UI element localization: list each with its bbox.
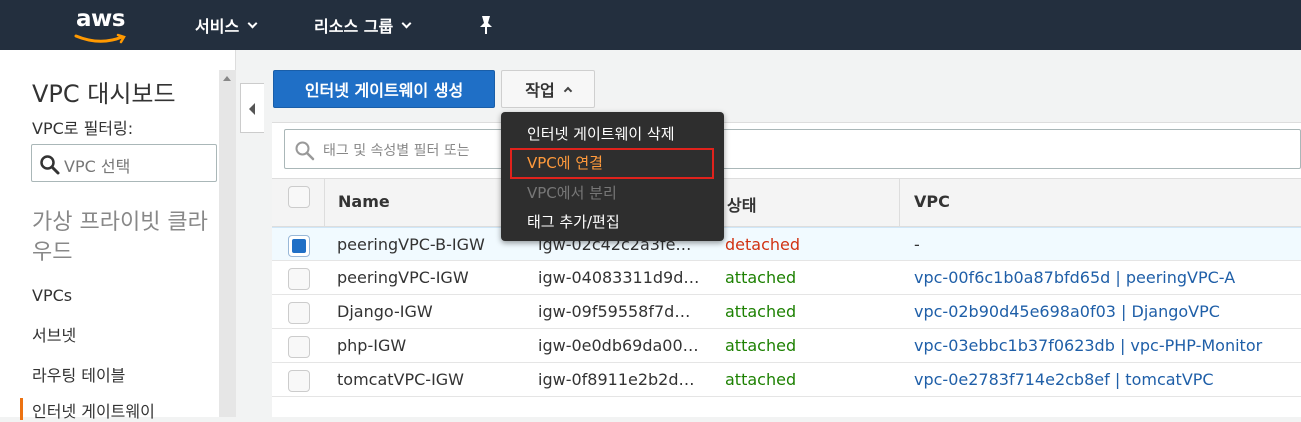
sidebar-scrollbar[interactable]	[219, 70, 236, 417]
scroll-up-arrow-icon[interactable]	[223, 76, 231, 81]
row-id: igw-0e0db69da00…	[538, 336, 699, 355]
row-name: Django-IGW	[337, 302, 433, 321]
chevron-down-icon	[247, 18, 258, 28]
row-vpc-link[interactable]: vpc-0e2783f714e2cb8ef | tomcatVPC	[914, 370, 1299, 389]
sidebar: VPC 대시보드 VPC로 필터링: VPC 선택 가상 프라이빗 클라우드 V…	[0, 50, 236, 421]
row-checkbox[interactable]	[288, 268, 310, 290]
row-name: php-IGW	[337, 336, 407, 355]
collapse-sidebar-button[interactable]	[240, 83, 264, 133]
resource-groups-label: 리소스 그룹	[314, 17, 394, 36]
create-internet-gateway-button[interactable]: 인터넷 게이트웨이 생성	[273, 70, 495, 108]
column-header-state[interactable]: 상태	[727, 192, 756, 216]
select-all-checkbox[interactable]	[288, 186, 310, 208]
row-vpc: -	[914, 235, 920, 254]
column-divider	[899, 179, 900, 228]
row-checkbox[interactable]	[288, 235, 310, 257]
search-icon	[295, 141, 315, 161]
column-header-name[interactable]: Name	[338, 192, 390, 211]
row-state: attached	[725, 268, 797, 287]
filter-placeholder: 태그 및 속성별 필터 또는	[323, 143, 470, 159]
menu-item-edit-tags[interactable]: 태그 추가/편집	[527, 211, 620, 232]
vpc-filter-label: VPC로 필터링:	[32, 119, 134, 138]
row-state: detached	[725, 235, 801, 254]
aws-logo[interactable]: aws	[74, 6, 130, 44]
resource-groups-menu[interactable]: 리소스 그룹	[314, 13, 412, 37]
menu-item-detach-from-vpc: VPC에서 분리	[527, 184, 617, 202]
sidebar-item-vpcs[interactable]: VPCs	[32, 286, 72, 305]
column-divider	[324, 179, 325, 228]
aws-logo-text: aws	[76, 6, 125, 32]
row-id: igw-04083311d9d…	[538, 268, 700, 287]
row-state: attached	[725, 302, 797, 321]
row-id: igw-0f8911e2b2dd…	[538, 370, 700, 389]
actions-label: 작업	[525, 81, 555, 100]
chevron-down-icon	[401, 18, 412, 28]
row-vpc-link[interactable]: vpc-03ebbc1b37f0623db | vpc-PHP-Monitor	[914, 336, 1299, 355]
top-nav: aws 서비스 리소스 그룹	[0, 0, 1301, 50]
row-checkbox[interactable]	[288, 302, 310, 324]
sidebar-item-route-tables[interactable]: 라우팅 테이블	[32, 362, 125, 386]
row-vpc-link[interactable]: vpc-02b90d45e698a0f03 | DjangoVPC	[914, 302, 1299, 321]
row-state: attached	[725, 336, 797, 355]
chevron-up-icon	[563, 86, 572, 96]
sidebar-item-subnets[interactable]: 서브넷	[32, 322, 76, 346]
menu-item-delete-igw[interactable]: 인터넷 게이트웨이 삭제	[527, 123, 675, 144]
aws-smile-icon	[74, 33, 126, 44]
table-row[interactable]: php-IGW igw-0e0db69da00… attached vpc-03…	[272, 329, 1301, 363]
row-vpc-link[interactable]: vpc-00f6c1b0a87bfd65d | peeringVPC-A	[914, 268, 1299, 287]
row-checkbox[interactable]	[288, 370, 310, 392]
row-checkbox[interactable]	[288, 336, 310, 358]
search-icon	[40, 155, 60, 175]
vpc-filter-placeholder: VPC 선택	[64, 157, 131, 176]
pushpin-icon[interactable]	[476, 14, 496, 36]
filter-input[interactable]: 태그 및 속성별 필터 또는	[284, 129, 1301, 169]
services-label: 서비스	[195, 17, 240, 36]
actions-dropdown-menu: 인터넷 게이트웨이 삭제 VPC에 연결 VPC에서 분리 태그 추가/편집	[501, 112, 724, 241]
table-row[interactable]: peeringVPC-IGW igw-04083311d9d… attached…	[272, 261, 1301, 295]
sidebar-title[interactable]: VPC 대시보드	[32, 74, 176, 109]
menu-item-attach-to-vpc[interactable]: VPC에 연결	[527, 152, 603, 173]
table-row[interactable]: tomcatVPC-IGW igw-0f8911e2b2dd… attached…	[272, 363, 1301, 397]
column-header-vpc[interactable]: VPC	[914, 192, 950, 211]
row-id: igw-09f59558f7dd…	[538, 302, 700, 321]
caret-left-icon	[249, 103, 255, 115]
actions-button[interactable]: 작업	[501, 70, 595, 108]
sidebar-item-internet-gateways[interactable]: 인터넷 게이트웨이	[32, 398, 155, 422]
table-header: Name 상태 VPC	[272, 178, 1301, 228]
vpc-filter-select[interactable]: VPC 선택	[31, 144, 217, 182]
services-menu[interactable]: 서비스	[195, 13, 258, 37]
table-row[interactable]: Django-IGW igw-09f59558f7dd… attached vp…	[272, 295, 1301, 329]
row-name: tomcatVPC-IGW	[337, 370, 464, 389]
row-name: peeringVPC-IGW	[337, 268, 469, 287]
row-state: attached	[725, 370, 797, 389]
table-row[interactable]: peeringVPC-B-IGW igw-02c42c2a3fe… detach…	[272, 227, 1301, 261]
sidebar-group-heading: 가상 프라이빗 클라우드	[32, 210, 208, 265]
